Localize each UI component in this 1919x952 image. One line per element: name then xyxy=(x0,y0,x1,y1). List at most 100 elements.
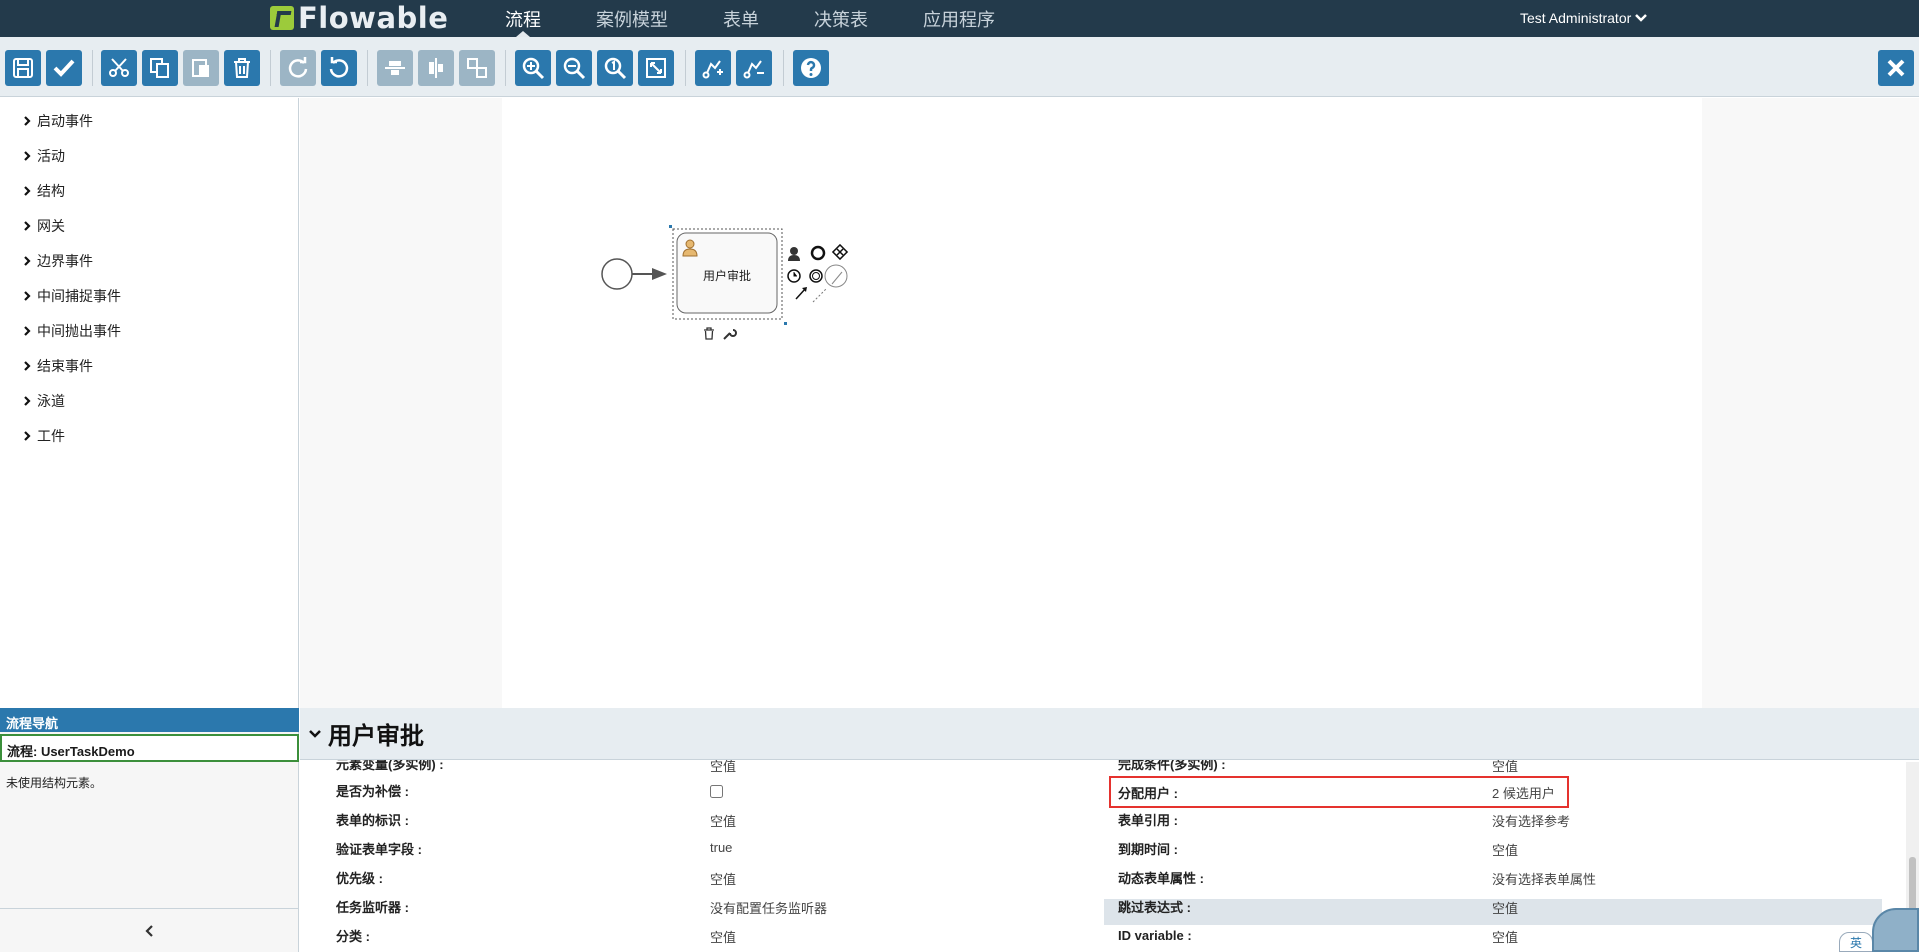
trash-icon xyxy=(234,58,250,78)
palette-group-artifacts[interactable]: 工件 xyxy=(22,426,65,446)
quick-user-task-icon-body xyxy=(788,255,800,261)
prop-row-task-listeners[interactable]: 任务监听器 : xyxy=(336,893,409,919)
prop-value[interactable]: 没有选择表单属性 xyxy=(1492,869,1596,888)
zoom-fit-button[interactable] xyxy=(638,50,674,86)
quick-end-event-outline-icon[interactable] xyxy=(824,264,848,288)
palette-group-end-events[interactable]: 结束事件 xyxy=(22,356,93,376)
user-task-label: 用户审批 xyxy=(702,269,751,283)
prop-label: 表单的标识 : xyxy=(336,812,409,828)
close-editor-button[interactable] xyxy=(1878,50,1914,86)
palette-group-swimlanes[interactable]: 泳道 xyxy=(22,391,65,411)
flowable-logo[interactable]: Flowable xyxy=(270,1,448,35)
prop-label: 表单引用 : xyxy=(1118,812,1178,828)
palette-group-label: 网关 xyxy=(37,218,65,234)
flowable-logo-icon xyxy=(270,6,294,30)
delete-button[interactable] xyxy=(224,50,260,86)
palette-group-start-events[interactable]: 启动事件 xyxy=(22,111,93,131)
palette-group-intermediate-catch[interactable]: 中间捕捉事件 xyxy=(22,286,121,306)
validate-button[interactable] xyxy=(46,50,82,86)
prop-row-due-date[interactable]: 到期时间 : xyxy=(1118,835,1178,861)
chevron-right-icon xyxy=(24,326,31,336)
help-button[interactable] xyxy=(793,50,829,86)
align-vertical-button[interactable] xyxy=(418,50,454,86)
properties-header[interactable]: 用户审批 xyxy=(300,708,1919,760)
user-name: Test Administrator xyxy=(1520,9,1632,26)
prop-row-category[interactable]: 分类 : xyxy=(336,922,370,948)
prop-value[interactable]: 没有选择参考 xyxy=(1492,811,1570,830)
start-event[interactable] xyxy=(601,258,633,290)
prop-value[interactable]: 没有配置任务监听器 xyxy=(710,898,827,917)
prop-value[interactable]: 空值 xyxy=(1492,840,1518,859)
zoom-in-button[interactable] xyxy=(515,50,551,86)
navigator-info: 未使用结构元素。 xyxy=(6,776,103,790)
prop-row-form-key[interactable]: 表单的标识 : xyxy=(336,806,409,832)
palette-group-label: 中间抛出事件 xyxy=(37,323,121,339)
assistant-avatar[interactable] xyxy=(1872,908,1919,952)
user-menu[interactable]: Test Administrator xyxy=(1520,0,1648,35)
zoom-actual-button[interactable] xyxy=(597,50,633,86)
ime-indicator[interactable]: 英 xyxy=(1839,932,1873,952)
nav-decision-table[interactable]: 决策表 xyxy=(814,0,868,37)
add-bendpoint-button[interactable] xyxy=(695,50,731,86)
nav-case-model[interactable]: 案例模型 xyxy=(596,0,668,37)
palette-group-gateways[interactable]: 网关 xyxy=(22,216,65,236)
palette-group-label: 工件 xyxy=(37,428,65,444)
process-navigator: 流程导航 流程: UserTaskDemo 未使用结构元素。 xyxy=(0,708,299,952)
save-button[interactable] xyxy=(5,50,41,86)
zoom-out-icon xyxy=(563,57,586,80)
zoom-out-button[interactable] xyxy=(556,50,592,86)
prop-value[interactable]: 空值 xyxy=(1492,927,1518,946)
prop-row-validate-form-fields[interactable]: 验证表单字段 : xyxy=(336,835,422,861)
prop-row-form-reference[interactable]: 表单引用 : xyxy=(1118,806,1178,832)
palette-group-activities[interactable]: 活动 xyxy=(22,146,65,166)
prop-value[interactable]: 空值 xyxy=(710,927,736,946)
canvas-area[interactable]: 用户审批 xyxy=(300,98,1919,708)
nav-process[interactable]: 流程 xyxy=(505,0,541,37)
chevron-right-icon xyxy=(24,186,31,196)
properties-panel: 元素变量(多实例) : 空值 是否为补偿 : 表单的标识 : 空值 验证表单字段… xyxy=(300,708,1919,952)
prop-label: 到期时间 : xyxy=(1118,841,1178,857)
copy-button[interactable] xyxy=(142,50,178,86)
chevron-left-icon xyxy=(144,924,153,937)
collapse-palette-button[interactable] xyxy=(0,908,299,952)
quick-user-task-icon[interactable] xyxy=(790,247,798,255)
zoom-actual-icon xyxy=(604,57,627,80)
nav-app[interactable]: 应用程序 xyxy=(923,0,995,37)
prop-row-is-compensation[interactable]: 是否为补偿 : xyxy=(336,777,409,803)
paste-button[interactable] xyxy=(183,50,219,86)
diagram-canvas[interactable]: 用户审批 xyxy=(502,98,1702,708)
quick-intermediate-event-icon[interactable] xyxy=(809,269,823,283)
prop-row-priority[interactable]: 优先级 : xyxy=(336,864,383,890)
cut-button[interactable] xyxy=(101,50,137,86)
undo-button[interactable] xyxy=(321,50,357,86)
help-icon xyxy=(801,58,821,78)
morph-wrench-icon[interactable] xyxy=(723,329,737,340)
prop-value[interactable]: 空值 xyxy=(710,869,736,888)
same-size-button[interactable] xyxy=(459,50,495,86)
palette-group-label: 中间捕捉事件 xyxy=(37,288,121,304)
prop-row-skip-expression[interactable]: 跳过表达式 : xyxy=(1118,893,1191,919)
navigator-process-item[interactable]: 流程: UserTaskDemo xyxy=(0,734,299,762)
prop-row-id-variable[interactable]: ID variable : xyxy=(1118,922,1192,948)
palette-group-structural[interactable]: 结构 xyxy=(22,181,65,201)
palette-group-intermediate-throw[interactable]: 中间抛出事件 xyxy=(22,321,121,341)
delete-element-icon[interactable] xyxy=(704,327,714,340)
quick-end-event-icon[interactable] xyxy=(810,245,826,261)
chevron-down-icon xyxy=(309,729,321,738)
resize-handle-icon[interactable] xyxy=(784,322,787,325)
remove-bendpoint-button[interactable] xyxy=(736,50,772,86)
palette-group-boundary-events[interactable]: 边界事件 xyxy=(22,251,93,271)
prop-row-form-properties[interactable]: 动态表单属性 : xyxy=(1118,864,1204,890)
nav-form[interactable]: 表单 xyxy=(723,0,759,37)
resize-handle-icon[interactable] xyxy=(669,225,672,228)
align-horizontal-button[interactable] xyxy=(377,50,413,86)
redo-button[interactable] xyxy=(280,50,316,86)
close-icon xyxy=(1887,59,1905,77)
quick-association-icon[interactable] xyxy=(812,288,827,303)
prop-value[interactable]: 空值 xyxy=(710,811,736,830)
prop-value[interactable]: true xyxy=(710,840,732,855)
is-compensation-checkbox[interactable] xyxy=(710,785,723,798)
prop-value[interactable]: 空值 xyxy=(1492,898,1518,917)
paste-icon xyxy=(192,59,209,77)
chevron-right-icon xyxy=(24,431,31,441)
